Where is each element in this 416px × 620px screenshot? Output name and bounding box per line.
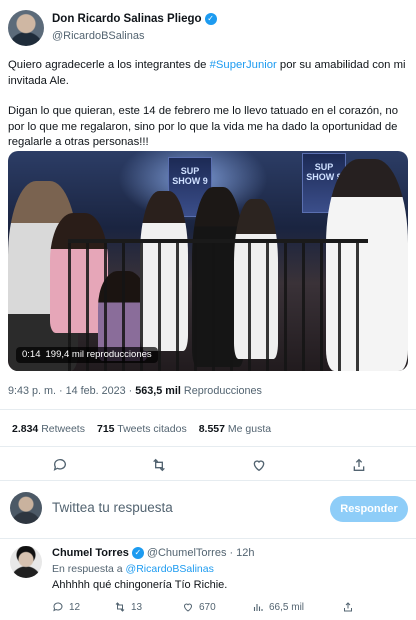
divider xyxy=(0,409,416,410)
tweet-header: Don Ricardo Salinas Pliego ✓ @RicardoBSa… xyxy=(8,10,408,50)
tweet-paragraph-1: Quiero agradecerle a los integrantes de … xyxy=(8,58,406,89)
reply-reply-button[interactable]: 12 xyxy=(52,601,80,613)
retweet-icon[interactable] xyxy=(151,457,167,473)
divider xyxy=(0,446,416,447)
tweet-stats: 2.834 Retweets 715 Tweets citados 8.557 … xyxy=(12,423,271,435)
video-player[interactable]: SUP SHOW 9 SUP SHOW 9 0:14 199,4 mil rep… xyxy=(8,151,408,371)
tweet-views-count: 563,5 mil xyxy=(135,385,181,397)
like-icon xyxy=(183,603,193,612)
in-reply-to: En respuesta a @RicardoBSalinas xyxy=(52,563,214,575)
tweet-date[interactable]: 14 feb. 2023 xyxy=(66,385,126,397)
reply-retweet-button[interactable]: 13 xyxy=(114,601,142,613)
tweet-actions xyxy=(0,450,416,478)
retweet-icon xyxy=(115,602,125,612)
share-icon xyxy=(344,602,352,612)
reply-like-button[interactable]: 670 xyxy=(182,601,216,613)
reply-share-button[interactable] xyxy=(342,601,354,613)
tweet-views-label: Reproducciones xyxy=(183,385,262,397)
meta-separator: · xyxy=(128,385,133,397)
reply-author-name[interactable]: Chumel Torres xyxy=(52,547,129,559)
like-icon[interactable] xyxy=(251,457,267,473)
in-reply-mention[interactable]: @RicardoBSalinas xyxy=(126,563,214,575)
author-avatar[interactable] xyxy=(8,10,44,46)
reply-input[interactable]: Twittea tu respuesta xyxy=(52,500,173,515)
reply-dot: · xyxy=(229,547,234,559)
tweet-text: Quiero agradecerle a los integrantes de … xyxy=(8,58,406,166)
reply-icon[interactable] xyxy=(52,457,68,473)
tweet-paragraph-2: Digan lo que quieran, este 14 de febrero… xyxy=(8,105,399,148)
tweet-meta: 9:43 p. m. · 14 feb. 2023 · 563,5 mil Re… xyxy=(8,385,262,397)
hashtag-link[interactable]: #SuperJunior xyxy=(210,59,277,71)
meta-separator: · xyxy=(59,385,63,397)
reply-replies-count: 12 xyxy=(69,601,81,613)
verified-badge-icon: ✓ xyxy=(204,13,217,25)
views-icon xyxy=(253,604,263,611)
likes-stat[interactable]: 8.557 Me gusta xyxy=(199,423,271,435)
reply-button[interactable]: Responder xyxy=(330,496,408,522)
tweet-text-part-1: Quiero agradecerle a los integrantes de xyxy=(8,59,210,71)
reply-views-count: 66,5 mil xyxy=(269,601,305,613)
reply-time[interactable]: 12h xyxy=(236,547,254,559)
author-name[interactable]: Don Ricardo Salinas Pliego xyxy=(52,13,202,25)
reply-tweet[interactable]: Chumel Torres ✓ @ChumelTorres · 12h En r… xyxy=(0,544,416,620)
reply-author-handle[interactable]: @ChumelTorres xyxy=(147,547,227,559)
current-user-avatar[interactable] xyxy=(10,492,42,524)
retweets-stat[interactable]: 2.834 Retweets xyxy=(12,423,85,435)
quotes-stat[interactable]: 715 Tweets citados xyxy=(97,423,187,435)
reply-actions: 12 13 670 66,5 mil xyxy=(52,601,392,617)
tweet-time[interactable]: 9:43 p. m. xyxy=(8,385,56,397)
video-info-pill: 0:14 199,4 mil reproducciones xyxy=(16,347,158,363)
share-icon[interactable] xyxy=(351,457,367,473)
verified-badge-icon: ✓ xyxy=(131,547,144,559)
reply-text: Ahhhhh qué chingonería Tío Richie. xyxy=(52,579,228,591)
reply-views-button[interactable]: 66,5 mil xyxy=(252,601,304,613)
reply-retweets-count: 13 xyxy=(131,601,143,613)
author-name-row: Don Ricardo Salinas Pliego ✓ xyxy=(52,13,217,25)
video-views: 199,4 mil reproducciones xyxy=(45,349,152,360)
reply-composer: Twittea tu respuesta Responder xyxy=(0,488,416,534)
reply-header: Chumel Torres ✓ @ChumelTorres · 12h xyxy=(52,547,254,559)
video-duration: 0:14 xyxy=(22,349,41,360)
author-handle[interactable]: @RicardoBSalinas xyxy=(52,30,145,42)
divider xyxy=(0,480,416,481)
reply-author-avatar[interactable] xyxy=(10,546,42,578)
reply-icon xyxy=(53,602,63,612)
reply-likes-count: 670 xyxy=(199,601,216,613)
divider xyxy=(0,538,416,539)
